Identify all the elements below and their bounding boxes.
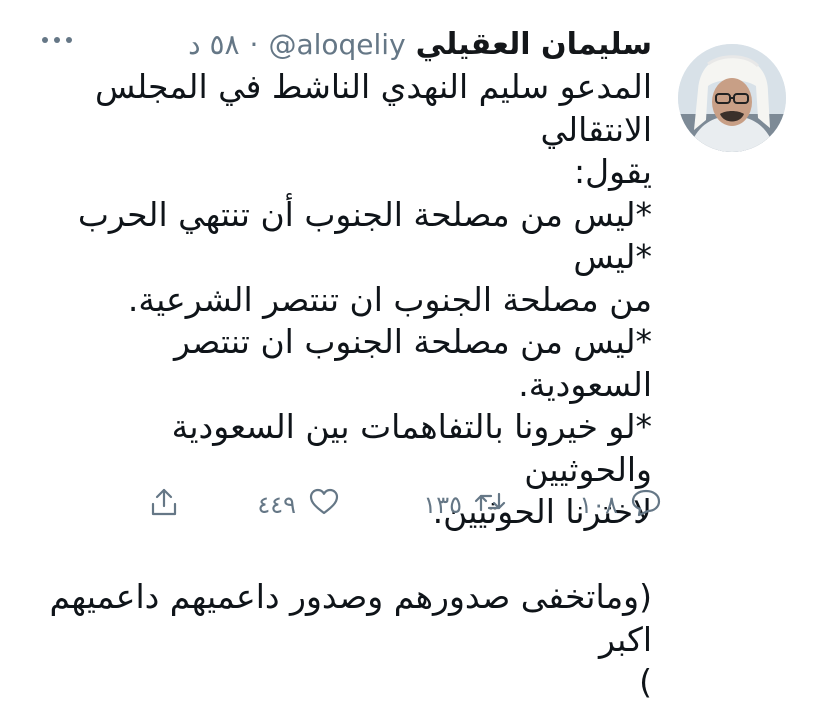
tweet[interactable]: سليمان العقيلي @aloqeliy · ٥٨ د المدعو س… <box>0 0 828 701</box>
tweet-header: سليمان العقيلي @aloqeliy · ٥٨ د <box>188 22 652 66</box>
reply-icon <box>630 486 662 524</box>
reply-button[interactable]: ١٠٨ <box>579 486 662 524</box>
timestamp[interactable]: ٥٨ د <box>188 28 239 61</box>
retweet-button[interactable]: ١٣٥ <box>423 486 506 524</box>
share-icon <box>148 486 180 524</box>
share-button[interactable] <box>148 486 180 524</box>
avatar[interactable] <box>678 44 786 152</box>
tweet-text: المدعو سليم النهدي الناشط في المجلس الان… <box>49 67 652 701</box>
avatar-photo <box>678 44 786 152</box>
like-count: ٤٤٩ <box>257 491 296 519</box>
tweet-actions: ١٠٨ ١٣٥ ٤٤٩ <box>0 486 828 530</box>
like-button[interactable]: ٤٤٩ <box>257 486 340 524</box>
retweet-icon <box>474 486 506 524</box>
like-icon <box>308 486 340 524</box>
author-name[interactable]: سليمان العقيلي <box>416 27 652 62</box>
more-icon[interactable] <box>40 30 74 50</box>
separator-dot: · <box>249 27 259 61</box>
author-handle[interactable]: @aloqeliy <box>268 28 405 61</box>
reply-count: ١٠٨ <box>579 491 618 519</box>
retweet-count: ١٣٥ <box>423 491 462 519</box>
